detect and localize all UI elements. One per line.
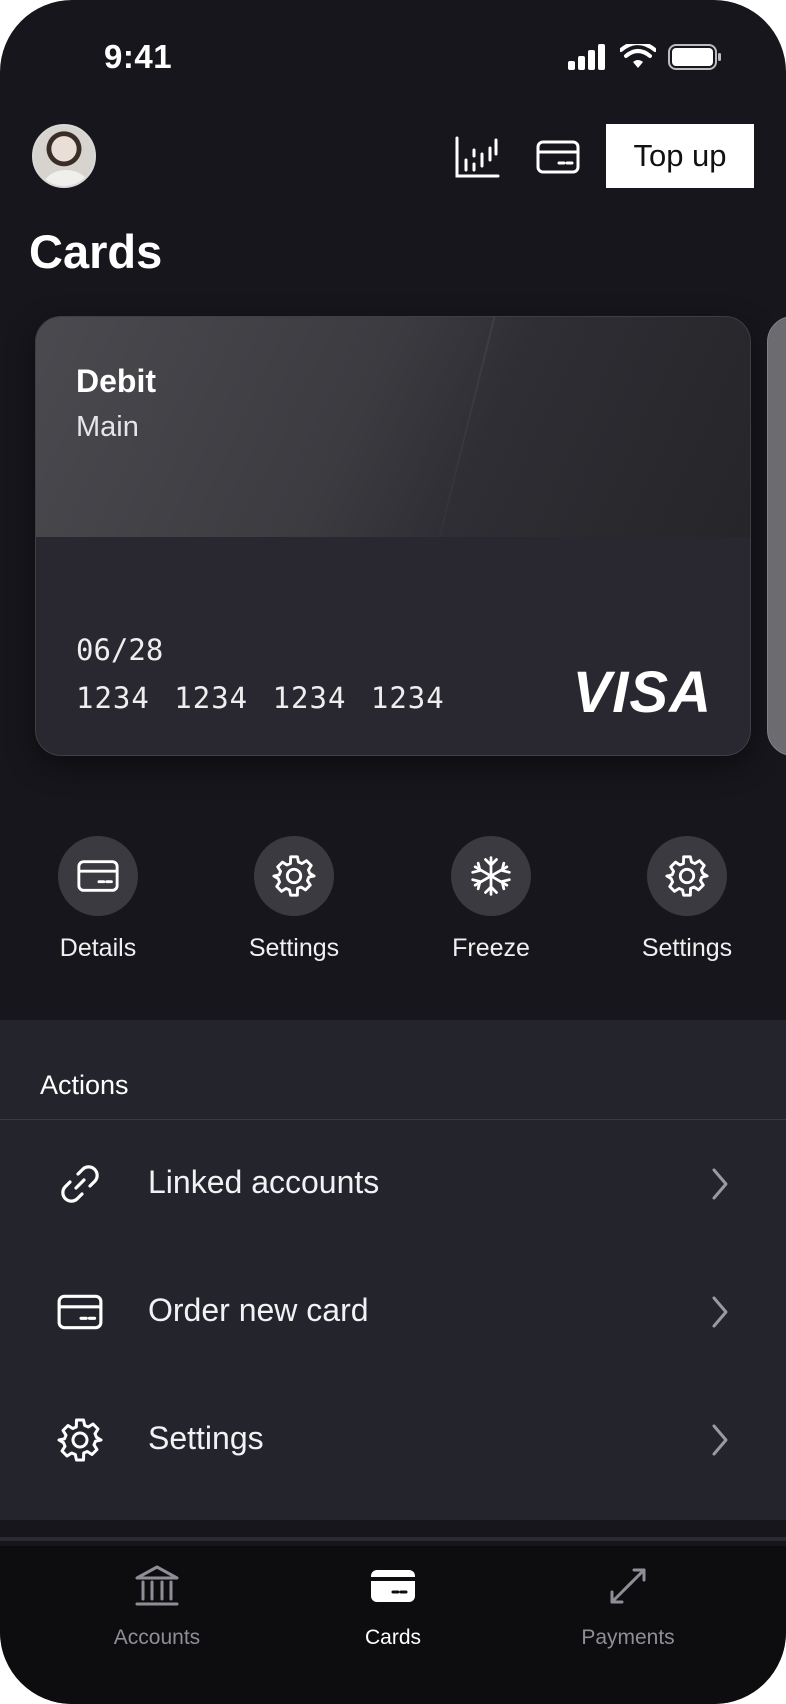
battery-icon [668,44,721,70]
quick-action-label: Settings [248,934,340,962]
card-header-gradient [36,317,750,537]
quick-action-details[interactable]: Details [18,836,178,963]
link-icon [61,1165,99,1203]
tab-accounts[interactable]: Accounts [67,1562,247,1650]
analytics-icon[interactable] [454,134,500,180]
tab-label: Cards [364,1626,422,1649]
top-up-button[interactable]: Top up [606,124,754,188]
divider [0,1537,786,1541]
card-number: 1234 1234 1234 1234 [76,681,445,715]
bank-icon [135,1565,179,1606]
transfer-arrows-icon [610,1568,646,1604]
quick-action-settings[interactable]: Settings [214,836,374,963]
gear-icon [272,855,316,897]
debit-card[interactable]: Debit Main 06/28 1234 1234 1234 1234 VIS… [35,316,751,756]
quick-action-settings-2[interactable]: Settings [607,836,767,963]
quick-action-label: Settings [641,934,733,962]
action-row-label: Order new card [148,1292,369,1328]
card-icon [371,1570,415,1602]
status-icons [568,44,722,70]
quick-action-label: Freeze [452,934,530,962]
signal-icon [568,44,605,70]
wifi-icon [620,44,656,68]
snowflake-icon [471,856,511,896]
next-card-peek[interactable] [767,316,786,756]
action-row-linked-accounts[interactable]: Linked accounts [0,1120,786,1248]
card-type: Debit [76,363,156,399]
avatar[interactable] [32,124,96,188]
avatar-figure [44,170,88,186]
quick-action-circle [451,836,531,916]
visa-logo: VISA [572,660,712,725]
quick-action-freeze[interactable]: Freeze [411,836,571,963]
chevron-right-icon [712,1296,728,1328]
chevron-right-icon [712,1424,728,1456]
gear-icon [57,1418,103,1462]
action-row-label: Linked accounts [148,1164,380,1200]
action-row-settings[interactable]: Settings [0,1376,786,1504]
tab-bar: Accounts Cards Payments [0,1546,786,1704]
status-bar: 9:41 [0,0,786,110]
quick-action-circle [58,836,138,916]
phone-screen: 9:41 Top up Cards Debit Main 06/28 1234 … [0,0,786,1704]
chevron-right-icon [712,1168,728,1200]
quick-action-label: Details [59,934,137,962]
header: Top up [0,120,786,196]
card-expiry: 06/28 [76,633,164,667]
page-title: Cards [29,225,163,278]
action-row-order-new-card[interactable]: Order new card [0,1248,786,1376]
tab-label: Accounts [113,1626,201,1649]
gear-icon [665,855,709,897]
tab-payments[interactable]: Payments [538,1562,718,1650]
card-icon [57,1294,103,1330]
quick-action-circle [647,836,727,916]
quick-action-circle [254,836,334,916]
tab-cards[interactable]: Cards [303,1562,483,1650]
tab-label: Payments [581,1626,675,1649]
card-name: Main [76,411,139,443]
action-row-label: Settings [148,1420,264,1456]
card-icon [77,860,119,892]
card-quick-actions: Details Settings Freeze Settings [0,836,786,966]
actions-heading: Actions [40,1070,129,1100]
card-icon[interactable] [535,134,581,180]
actions-panel: Actions Linked accounts Order new card S… [0,1020,786,1520]
status-time: 9:41 [104,38,173,75]
